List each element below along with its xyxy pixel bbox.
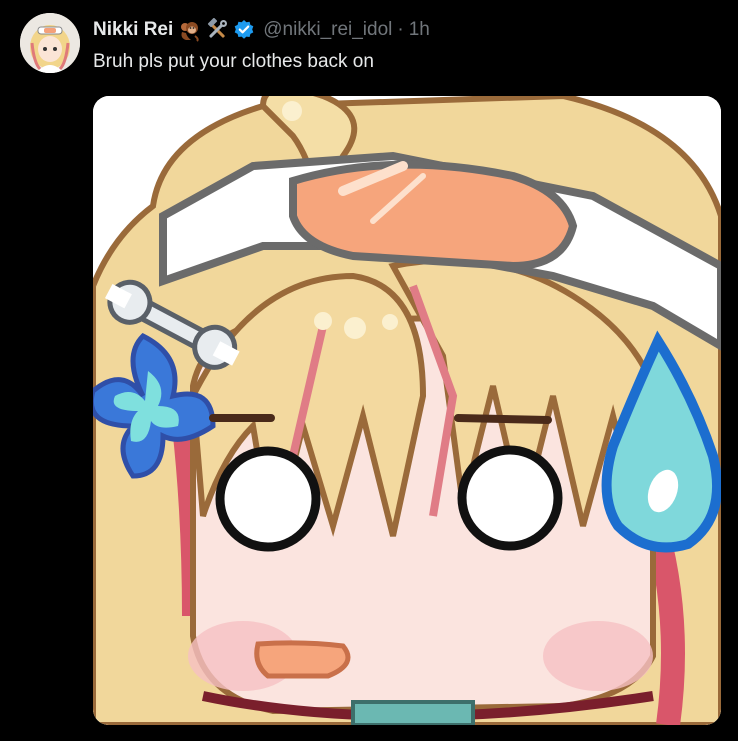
avatar[interactable] (20, 13, 80, 73)
avatar-image (20, 13, 80, 73)
chibi-girl-illustration (93, 96, 721, 725)
post-text: Bruh pls put your clothes back on (93, 51, 374, 72)
verified-badge-icon[interactable] (233, 19, 255, 41)
post-media-image[interactable] (93, 96, 721, 725)
monkey-emoji-icon (177, 18, 201, 42)
author-handle[interactable]: @nikki_rei_idol (263, 17, 392, 43)
post-header: Nikki Rei @nikki_rei_idol · 1h (93, 17, 430, 43)
post[interactable]: Nikki Rei @nikki_rei_idol · 1h Bruh pls … (0, 0, 738, 741)
header-separator: · (397, 19, 404, 40)
hammer-and-wrench-icon (205, 18, 229, 42)
post-timestamp[interactable]: 1h (409, 17, 430, 43)
display-name[interactable]: Nikki Rei (93, 17, 173, 43)
